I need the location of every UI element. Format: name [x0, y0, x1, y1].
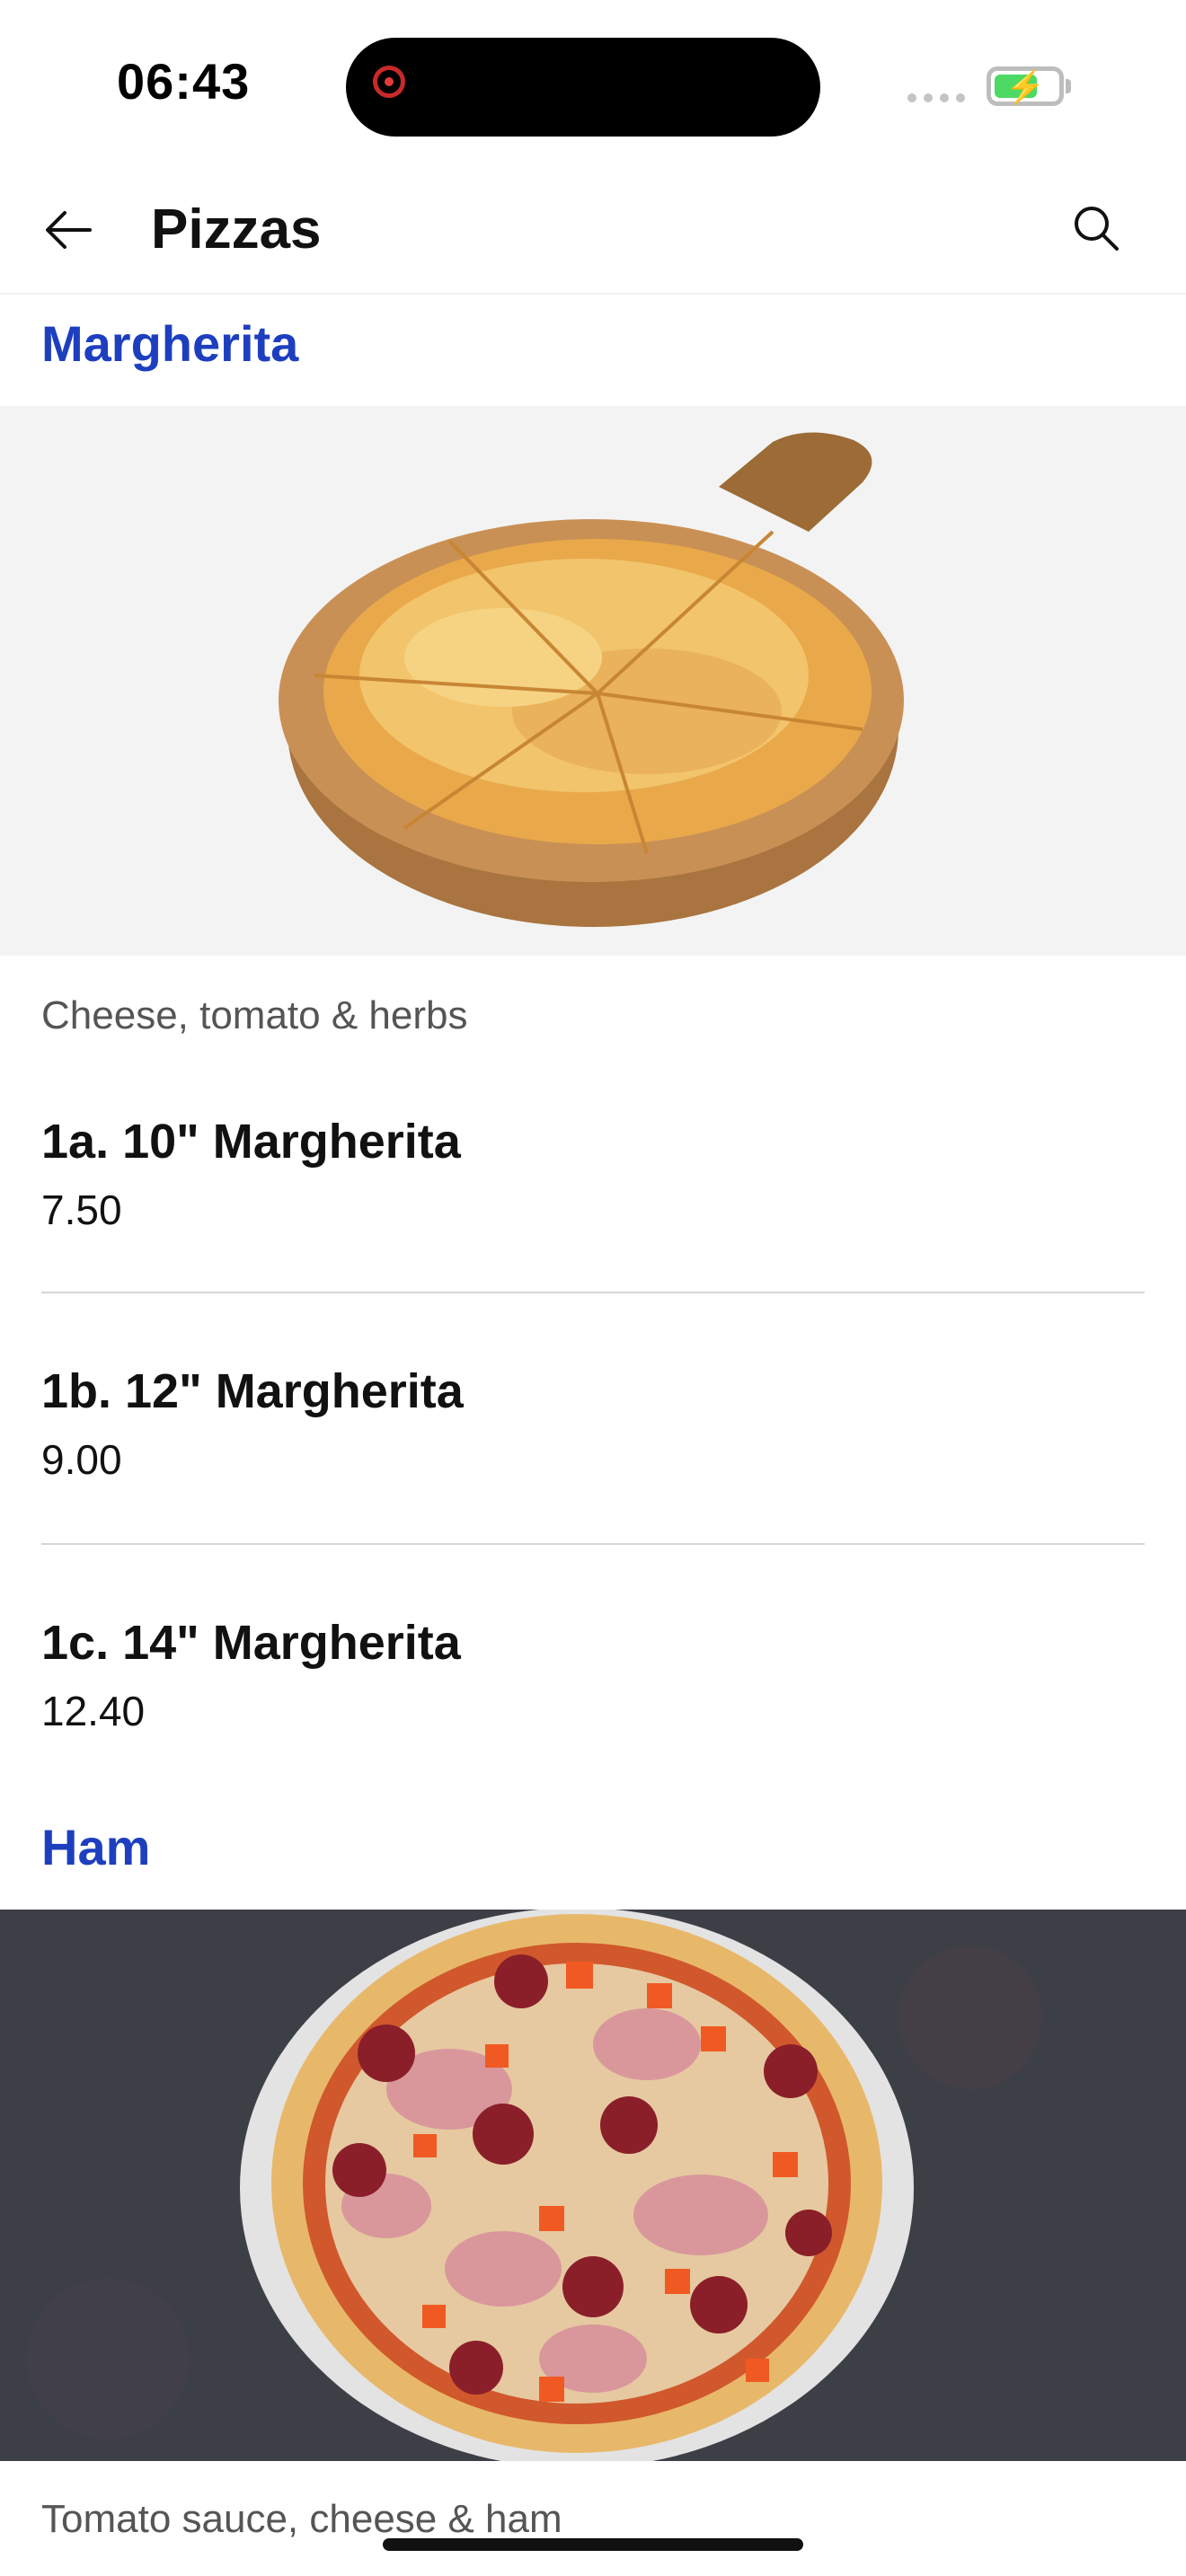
status-time: 06:43 — [117, 53, 251, 110]
battery-cap — [1066, 79, 1071, 93]
section-title-margherita: Margherita — [41, 315, 299, 372]
item-price: 12.40 — [41, 1688, 146, 1734]
status-bar: 06:43 ⚡ — [0, 0, 1186, 171]
menu-item[interactable]: 1c. 14" Margherita 12.40 — [41, 1615, 1145, 1735]
search-icon[interactable] — [1071, 203, 1121, 253]
back-arrow-icon[interactable] — [41, 203, 95, 257]
home-indicator[interactable] — [383, 2538, 803, 2551]
app-header: Pizzas — [0, 171, 1186, 295]
section-description: Tomato sauce, cheese & ham — [41, 2497, 562, 2541]
divider — [41, 1543, 1145, 1545]
divider — [41, 1292, 1145, 1293]
margherita-image — [0, 406, 1186, 956]
section-title-ham: Ham — [41, 1819, 151, 1875]
menu-item[interactable]: 1a. 10" Margherita 7.50 — [41, 1114, 1145, 1234]
page-title: Pizzas — [151, 198, 322, 260]
item-name: 1c. 14" Margherita — [41, 1616, 461, 1670]
section-description: Cheese, tomato & herbs — [41, 993, 468, 1037]
screen-recording-icon — [373, 66, 405, 98]
item-price: 7.50 — [41, 1187, 122, 1233]
battery-icon: ⚡ — [987, 66, 1064, 106]
item-name: 1b. 12" Margherita — [41, 1364, 464, 1418]
item-price: 9.00 — [41, 1436, 122, 1483]
item-name: 1a. 10" Margherita — [41, 1115, 461, 1169]
menu-item[interactable]: 1b. 12" Margherita 9.00 — [41, 1363, 1145, 1484]
signal-icon — [907, 93, 965, 102]
ham-image — [0, 1910, 1186, 2461]
dynamic-island — [346, 38, 820, 137]
